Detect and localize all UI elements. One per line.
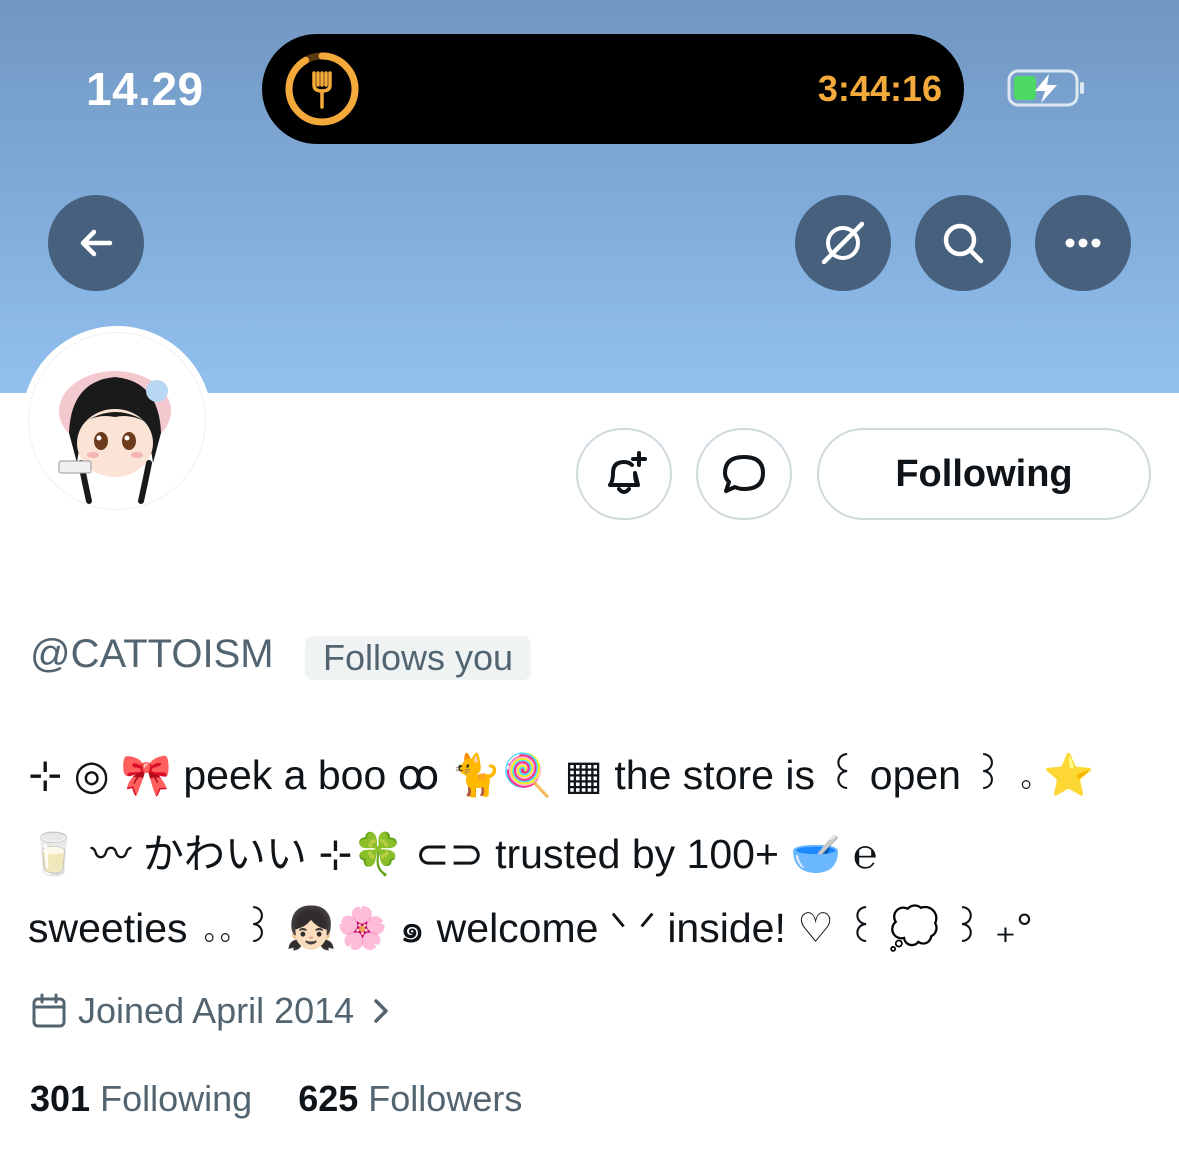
bio-line-2: 🥛 〰 かわいい ⊹🍀 ⊂⊃ trusted by 100+ 🥣 ℮ xyxy=(28,831,878,877)
grok-button[interactable] xyxy=(795,195,891,291)
search-icon xyxy=(943,223,984,264)
live-activity-timer: 3:44:16 xyxy=(817,68,942,109)
profile-handle: @CATTOISM xyxy=(30,632,274,676)
fork-icon xyxy=(285,52,359,126)
calendar-icon xyxy=(32,993,66,1028)
profile-stats: 301 Following 625 Followers xyxy=(30,1078,522,1120)
following-button[interactable]: Following xyxy=(817,428,1151,520)
dynamic-island[interactable]: 3:44:16 xyxy=(262,34,964,144)
status-time: 14.29 xyxy=(86,63,204,115)
chevron-right-icon xyxy=(374,999,388,1023)
joined-label: Joined April 2014 xyxy=(78,990,355,1031)
avatar[interactable] xyxy=(22,326,212,516)
bell-plus-icon xyxy=(608,451,647,494)
avatar-image xyxy=(28,332,206,510)
battery-charging-icon xyxy=(1007,69,1084,107)
search-button[interactable] xyxy=(915,195,1011,291)
grok-icon xyxy=(821,221,865,265)
bio-line-3: sweeties ｡｡ ꒱ 👧🏻🌸 ๑ welcome ᐠ ᐟ inside! … xyxy=(28,905,1033,951)
following-stat[interactable]: 301 Following xyxy=(30,1078,252,1119)
message-button[interactable] xyxy=(696,428,792,520)
bio-line-1: ⊹ ◎ 🎀 peek a boo ꝏ 🐈🍭 ▦ the store is ꒰ o… xyxy=(28,752,1095,798)
message-bubble-icon xyxy=(723,455,765,493)
joined-date[interactable]: Joined April 2014 xyxy=(30,990,396,1032)
followers-stat[interactable]: 625 Followers xyxy=(298,1078,522,1119)
more-button[interactable] xyxy=(1035,195,1131,291)
follows-you-badge: Follows you xyxy=(305,636,532,680)
back-button[interactable] xyxy=(48,195,144,291)
notifications-button[interactable] xyxy=(576,428,672,520)
arrow-left-icon xyxy=(80,229,113,257)
more-icon xyxy=(1065,238,1101,248)
